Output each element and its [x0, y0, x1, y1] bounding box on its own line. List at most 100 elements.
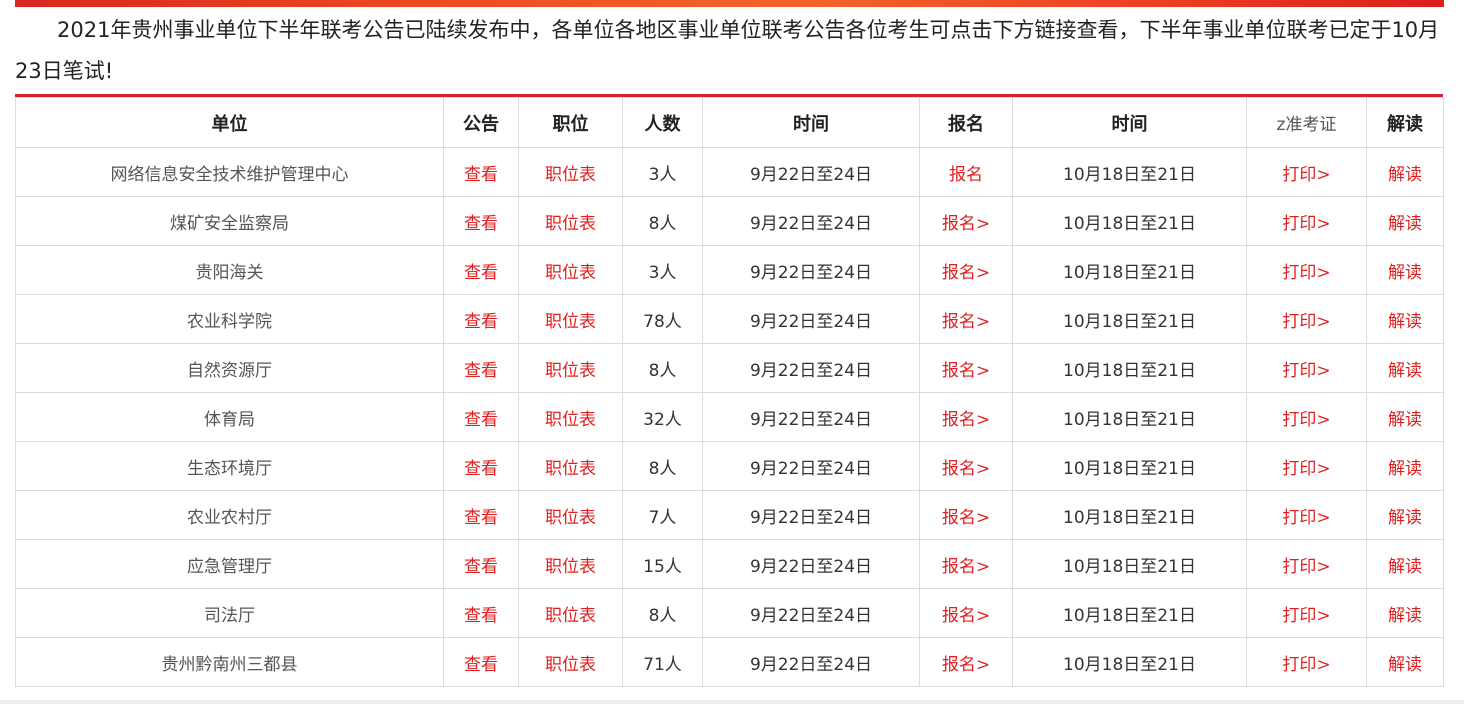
table-row: 应急管理厅 查看 职位表 15人 9月22日至24日 报名> 10月18日至21日 打印> 解读: [15, 539, 1444, 589]
register-link[interactable]: 报名>: [919, 392, 1013, 442]
notice-link[interactable]: 查看: [443, 588, 519, 638]
print-time-cell: 10月18日至21日: [1012, 588, 1247, 638]
print-link[interactable]: 打印>: [1246, 245, 1367, 295]
positions-link[interactable]: 职位表: [518, 637, 623, 687]
reg-time-cell: 9月22日至24日: [702, 196, 920, 246]
print-link[interactable]: 打印>: [1246, 196, 1367, 246]
interpret-link[interactable]: 解读: [1366, 343, 1444, 393]
unit-cell: 生态环境厅: [15, 441, 444, 491]
unit-cell: 自然资源厅: [15, 343, 444, 393]
interpret-link[interactable]: 解读: [1366, 539, 1444, 589]
reg-time-cell: 9月22日至24日: [702, 294, 920, 344]
register-link[interactable]: 报名>: [919, 294, 1013, 344]
register-link[interactable]: 报名>: [919, 343, 1013, 393]
reg-time-cell: 9月22日至24日: [702, 637, 920, 687]
notice-link[interactable]: 查看: [443, 147, 519, 197]
print-link[interactable]: 打印>: [1246, 490, 1367, 540]
positions-link[interactable]: 职位表: [518, 343, 623, 393]
reg-time-cell: 9月22日至24日: [702, 392, 920, 442]
reg-time-cell: 9月22日至24日: [702, 441, 920, 491]
count-cell: 8人: [622, 196, 703, 246]
register-link[interactable]: 报名>: [919, 539, 1013, 589]
unit-cell: 农业科学院: [15, 294, 444, 344]
notice-link[interactable]: 查看: [443, 441, 519, 491]
interpret-link[interactable]: 解读: [1366, 490, 1444, 540]
positions-link[interactable]: 职位表: [518, 490, 623, 540]
print-link[interactable]: 打印>: [1246, 392, 1367, 442]
notice-link[interactable]: 查看: [443, 539, 519, 589]
header-unit: 单位: [15, 97, 444, 148]
print-link[interactable]: 打印>: [1246, 147, 1367, 197]
count-cell: 32人: [622, 392, 703, 442]
positions-link[interactable]: 职位表: [518, 147, 623, 197]
register-link[interactable]: 报名>: [919, 196, 1013, 246]
interpret-link[interactable]: 解读: [1366, 245, 1444, 295]
interpret-link[interactable]: 解读: [1366, 196, 1444, 246]
register-link[interactable]: 报名>: [919, 637, 1013, 687]
print-link[interactable]: 打印>: [1246, 294, 1367, 344]
interpret-link[interactable]: 解读: [1366, 637, 1444, 687]
print-time-cell: 10月18日至21日: [1012, 343, 1247, 393]
count-cell: 8人: [622, 588, 703, 638]
table-row: 贵州黔南州三都县 查看 职位表 71人 9月22日至24日 报名> 10月18日至21日 打印…: [15, 637, 1444, 687]
reg-time-cell: 9月22日至24日: [702, 539, 920, 589]
table-body: 网络信息安全技术维护管理中心 查看 职位表 3人 9月22日至24日 报名 10月18日至2…: [15, 147, 1444, 687]
count-cell: 8人: [622, 441, 703, 491]
print-time-cell: 10月18日至21日: [1012, 637, 1247, 687]
table-row: 生态环境厅 查看 职位表 8人 9月22日至24日 报名> 10月18日至21日 打印> 解读: [15, 441, 1444, 491]
print-time-cell: 10月18日至21日: [1012, 245, 1247, 295]
register-link[interactable]: 报名>: [919, 588, 1013, 638]
reg-time-cell: 9月22日至24日: [702, 490, 920, 540]
count-cell: 3人: [622, 245, 703, 295]
notice-link[interactable]: 查看: [443, 196, 519, 246]
unit-cell: 司法厅: [15, 588, 444, 638]
exam-table: 单位 公告 职位 人数 时间 报名 时间 z准考证 解读 网络信息安全技术维护管…: [15, 97, 1444, 687]
register-link[interactable]: 报名>: [919, 490, 1013, 540]
interpret-link[interactable]: 解读: [1366, 392, 1444, 442]
print-link[interactable]: 打印>: [1246, 343, 1367, 393]
count-cell: 78人: [622, 294, 703, 344]
table-row: 网络信息安全技术维护管理中心 查看 职位表 3人 9月22日至24日 报名 10月18日至2…: [15, 147, 1444, 197]
header-interpret: 解读: [1366, 97, 1444, 148]
notice-link[interactable]: 查看: [443, 392, 519, 442]
header-admission: z准考证: [1246, 97, 1367, 148]
print-link[interactable]: 打印>: [1246, 588, 1367, 638]
header-print-time: 时间: [1012, 97, 1247, 148]
print-link[interactable]: 打印>: [1246, 637, 1367, 687]
positions-link[interactable]: 职位表: [518, 196, 623, 246]
positions-link[interactable]: 职位表: [518, 441, 623, 491]
header-notice: 公告: [443, 97, 519, 148]
positions-link[interactable]: 职位表: [518, 588, 623, 638]
interpret-link[interactable]: 解读: [1366, 294, 1444, 344]
print-link[interactable]: 打印>: [1246, 539, 1367, 589]
unit-cell: 体育局: [15, 392, 444, 442]
table-row: 农业农村厅 查看 职位表 7人 9月22日至24日 报名> 10月18日至21日 打印> 解读: [15, 490, 1444, 540]
reg-time-cell: 9月22日至24日: [702, 147, 920, 197]
register-link[interactable]: 报名>: [919, 245, 1013, 295]
intro-paragraph: 2021年贵州事业单位下半年联考公告已陆续发布中，各单位各地区事业单位联考公告各…: [15, 18, 1440, 83]
notice-link[interactable]: 查看: [443, 245, 519, 295]
positions-link[interactable]: 职位表: [518, 392, 623, 442]
bottom-divider: [0, 700, 1464, 704]
register-link[interactable]: 报名: [919, 147, 1013, 197]
notice-link[interactable]: 查看: [443, 294, 519, 344]
count-cell: 3人: [622, 147, 703, 197]
header-positions: 职位: [518, 97, 623, 148]
notice-link[interactable]: 查看: [443, 490, 519, 540]
register-link[interactable]: 报名>: [919, 441, 1013, 491]
print-time-cell: 10月18日至21日: [1012, 147, 1247, 197]
interpret-link[interactable]: 解读: [1366, 147, 1444, 197]
print-time-cell: 10月18日至21日: [1012, 490, 1247, 540]
print-link[interactable]: 打印>: [1246, 441, 1367, 491]
positions-link[interactable]: 职位表: [518, 245, 623, 295]
positions-link[interactable]: 职位表: [518, 294, 623, 344]
print-time-cell: 10月18日至21日: [1012, 539, 1247, 589]
count-cell: 8人: [622, 343, 703, 393]
interpret-link[interactable]: 解读: [1366, 588, 1444, 638]
unit-cell: 农业农村厅: [15, 490, 444, 540]
notice-link[interactable]: 查看: [443, 343, 519, 393]
notice-link[interactable]: 查看: [443, 637, 519, 687]
table-row: 农业科学院 查看 职位表 78人 9月22日至24日 报名> 10月18日至21日 打印> 解读: [15, 294, 1444, 344]
interpret-link[interactable]: 解读: [1366, 441, 1444, 491]
positions-link[interactable]: 职位表: [518, 539, 623, 589]
